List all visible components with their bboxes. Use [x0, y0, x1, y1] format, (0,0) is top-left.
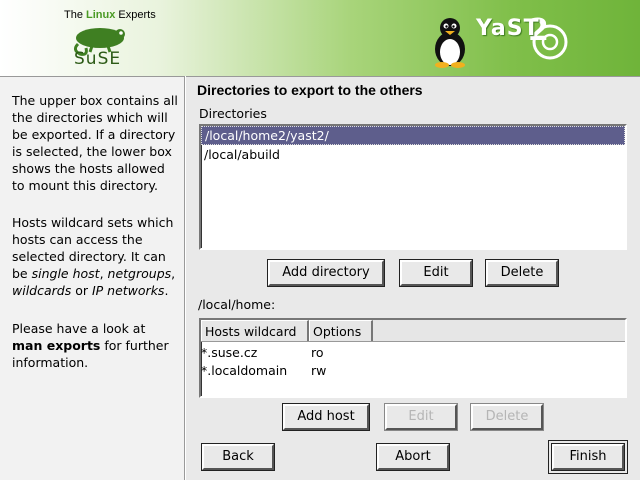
help-paragraph-1: The upper box contains all the directori…: [12, 93, 178, 193]
hosts-table-header: Hosts wildcard Options: [201, 320, 625, 342]
add-host-button[interactable]: Add host: [283, 404, 369, 430]
edit-directory-button[interactable]: Edit: [400, 260, 472, 286]
help-panel: The upper box contains all the directori…: [0, 76, 185, 480]
host-options-cell: ro: [311, 345, 324, 360]
add-directory-button[interactable]: Add directory: [268, 260, 384, 286]
abort-button[interactable]: Abort: [377, 444, 449, 470]
delete-host-button[interactable]: Delete: [471, 404, 543, 430]
directories-list[interactable]: /local/home2/yast2/ /local/abuild: [199, 124, 627, 250]
suse-tagline: The Linux Experts: [64, 9, 156, 21]
column-header-options[interactable]: Options: [309, 320, 373, 341]
main-panel: Directories to export to the others Dire…: [186, 76, 640, 480]
page-title: Directories to export to the others: [197, 82, 423, 98]
directories-label: Directories: [199, 106, 267, 121]
host-options-cell: rw: [311, 363, 327, 378]
back-button[interactable]: Back: [202, 444, 274, 470]
help-paragraph-2: Hosts wildcard sets which hosts can acce…: [12, 215, 176, 298]
tux-penguin-icon: [435, 18, 465, 68]
header-banner: The Linux Experts SuSE 2 YaST: [0, 0, 640, 76]
yast-product-name: YaST: [476, 16, 540, 41]
list-item[interactable]: /local/home2/yast2/: [201, 126, 625, 145]
finish-button[interactable]: Finish: [552, 444, 624, 470]
help-paragraph-3: Please have a look at man exports for fu…: [12, 321, 169, 370]
host-wildcard-cell: *.localdomain: [201, 363, 288, 378]
column-header-hosts-wildcard[interactable]: Hosts wildcard: [201, 320, 309, 341]
suse-brand-name: SuSE: [74, 49, 122, 69]
list-item[interactable]: /local/abuild: [201, 145, 625, 164]
delete-directory-button[interactable]: Delete: [486, 260, 558, 286]
host-wildcard-cell: *.suse.cz: [201, 345, 258, 360]
hosts-label: /local/home:: [198, 297, 276, 312]
hosts-table[interactable]: Hosts wildcard Options *.suse.cz ro *.lo…: [199, 318, 627, 398]
edit-host-button[interactable]: Edit: [385, 404, 457, 430]
